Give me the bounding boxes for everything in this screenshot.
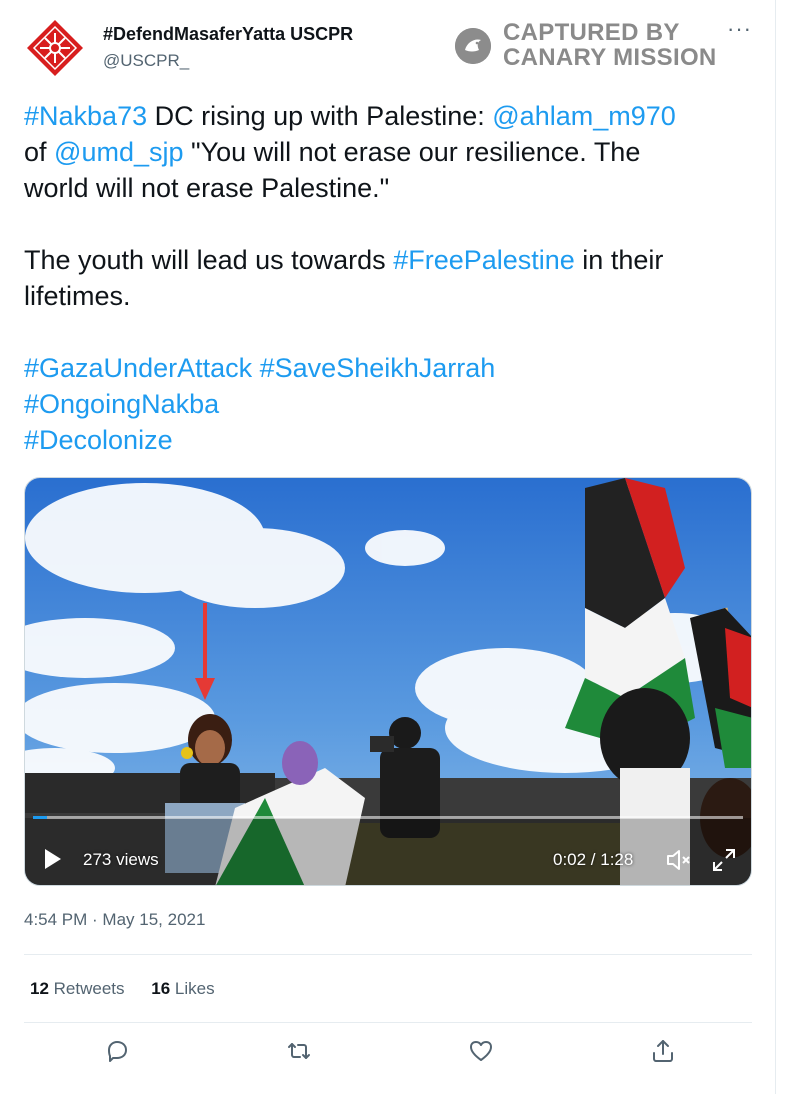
- tweet-timestamp[interactable]: 4:54 PM · May 15, 2021: [24, 910, 205, 930]
- tweet-text-segment: [252, 353, 260, 383]
- likes-stat[interactable]: 16 Likes: [151, 979, 214, 998]
- play-icon[interactable]: [43, 847, 63, 871]
- watermark-line1: CAPTURED BY: [503, 19, 680, 46]
- tweet-card: #DefendMasaferYatta USCPR @USCPR_ CAPTUR…: [0, 0, 776, 1094]
- watermark-line2: CANARY MISSION: [503, 44, 717, 71]
- star-pattern-avatar-icon[interactable]: [22, 15, 88, 81]
- video-player[interactable]: 273 views 0:02 / 1:28: [24, 477, 752, 886]
- retweets-label: Retweets: [53, 979, 125, 998]
- retweets-stat[interactable]: 12 Retweets: [30, 979, 125, 998]
- divider: [24, 1022, 752, 1023]
- like-icon[interactable]: [466, 1036, 496, 1066]
- tweet-text-segment: of: [24, 137, 55, 167]
- retweet-icon[interactable]: [284, 1036, 314, 1066]
- display-name[interactable]: #DefendMasaferYatta USCPR: [103, 24, 353, 45]
- likes-label: Likes: [174, 979, 215, 998]
- engagement-stats: 12 Retweets 16 Likes: [30, 979, 237, 999]
- hashtag-link[interactable]: #OngoingNakba: [24, 389, 219, 419]
- tweet-text-segment: "You will not erase our resilience. The: [183, 137, 641, 167]
- tweet-line: world will not erase Palestine.": [24, 170, 744, 206]
- fullscreen-icon[interactable]: [710, 846, 738, 874]
- tweet-text: #Nakba73 DC rising up with Palestine: @a…: [24, 98, 744, 458]
- tweet-line: of @umd_sjp "You will not erase our resi…: [24, 134, 744, 170]
- more-options-icon[interactable]: ···: [727, 16, 752, 42]
- tweet-line: [24, 206, 744, 242]
- retweets-count: 12: [30, 979, 49, 998]
- video-time: 0:02 / 1:28: [553, 850, 634, 869]
- mention-link[interactable]: @umd_sjp: [54, 137, 183, 167]
- tweet-text-segment: DC rising up with Palestine:: [147, 101, 493, 131]
- likes-count: 16: [151, 979, 171, 998]
- hashtag-link[interactable]: #Nakba73: [24, 101, 147, 131]
- canary-bird-icon: [455, 28, 491, 64]
- tweet-line: #Decolonize: [24, 422, 744, 458]
- divider: [24, 954, 752, 955]
- view-count: 273 views: [83, 850, 159, 869]
- user-handle[interactable]: @USCPR_: [103, 51, 189, 71]
- hashtag-link[interactable]: #GazaUnderAttack: [24, 353, 252, 383]
- video-progress-bar[interactable]: [33, 816, 743, 819]
- video-progress-fill: [33, 816, 48, 819]
- mention-link[interactable]: @ahlam_m970: [492, 101, 676, 131]
- video-frame: [25, 478, 751, 885]
- watermark-text: CAPTURED BY CANARY MISSION: [503, 20, 717, 70]
- tweet-text-segment: world will not erase Palestine.": [24, 173, 390, 203]
- canary-mission-watermark: CAPTURED BY CANARY MISSION: [455, 18, 725, 74]
- tweet-line: The youth will lead us towards #FreePale…: [24, 242, 744, 278]
- mute-icon[interactable]: [665, 846, 695, 874]
- reply-icon[interactable]: [102, 1036, 132, 1066]
- tweet-text-segment: The youth will lead us towards: [24, 245, 394, 275]
- hashtag-link[interactable]: #SaveSheikhJarrah: [260, 353, 496, 383]
- tweet-line: #Nakba73 DC rising up with Palestine: @a…: [24, 98, 744, 134]
- tweet-text-segment: lifetimes.: [24, 281, 131, 311]
- tweet-line: #GazaUnderAttack #SaveSheikhJarrah: [24, 350, 744, 386]
- tweet-text-segment: in their: [574, 245, 664, 275]
- share-icon[interactable]: [648, 1036, 678, 1066]
- tweet-line: [24, 314, 744, 350]
- tweet-line: lifetimes.: [24, 278, 744, 314]
- action-bar: [0, 1036, 776, 1072]
- hashtag-link[interactable]: #FreePalestine: [393, 245, 575, 275]
- hashtag-link[interactable]: #Decolonize: [24, 425, 173, 455]
- tweet-line: #OngoingNakba: [24, 386, 744, 422]
